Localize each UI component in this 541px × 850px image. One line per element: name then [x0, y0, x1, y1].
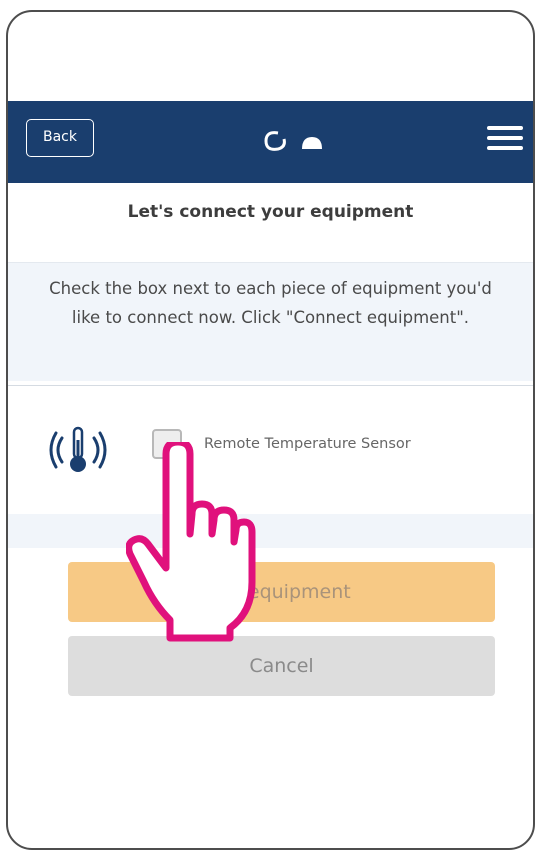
- hamburger-menu-icon[interactable]: [487, 126, 523, 156]
- remote-temperature-sensor-icon: [49, 426, 107, 472]
- brand-logo-icon: [264, 131, 322, 151]
- back-button[interactable]: Back: [26, 119, 94, 157]
- instructions-text: Check the box next to each piece of equi…: [8, 274, 533, 332]
- top-navbar: Back: [8, 101, 533, 183]
- cancel-button[interactable]: Cancel: [68, 636, 495, 696]
- list-footer-band: [8, 514, 533, 548]
- hand-pointer-icon: [126, 442, 256, 642]
- instructions-line-1: Check the box next to each piece of equi…: [49, 279, 492, 298]
- page-title: Let's connect your equipment: [127, 202, 414, 222]
- instructions-line-2: like to connect now. Click "Connect equi…: [71, 308, 470, 327]
- equipment-item-remote-temperature-sensor[interactable]: Remote Temperature Sensor: [8, 385, 533, 515]
- phone-frame: Back Let's connect your equipment Check …: [6, 10, 535, 850]
